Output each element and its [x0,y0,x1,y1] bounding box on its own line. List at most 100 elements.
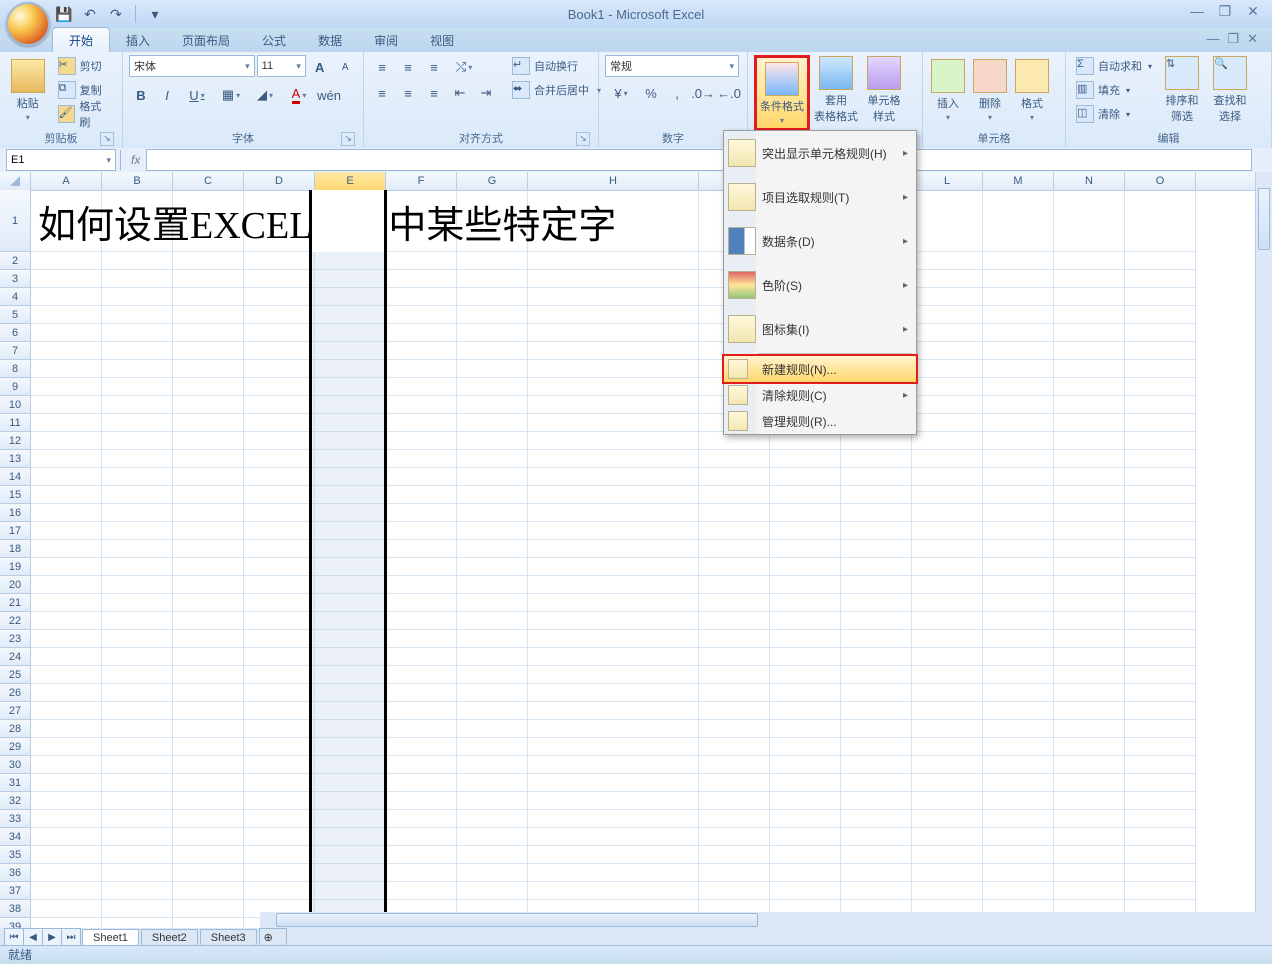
close-button[interactable]: ✕ [1244,4,1262,18]
find-select-button[interactable]: 🔍查找和 选择 [1208,55,1252,125]
tab-review[interactable]: 审阅 [358,28,414,52]
cell[interactable] [912,774,983,792]
cell[interactable] [457,360,528,378]
cell[interactable] [244,702,315,720]
cell[interactable] [841,612,912,630]
cell[interactable] [841,630,912,648]
row-header[interactable]: 35 [0,846,31,864]
orientation-button[interactable]: ⤭ [448,55,480,79]
cell[interactable] [173,450,244,468]
tab-insert[interactable]: 插入 [110,28,166,52]
cell[interactable] [912,288,983,306]
cell[interactable] [31,756,102,774]
cell[interactable] [912,684,983,702]
cell[interactable] [457,612,528,630]
cell[interactable] [386,450,457,468]
cell[interactable] [699,666,770,684]
cell[interactable] [457,666,528,684]
cell[interactable] [528,252,699,270]
cell[interactable] [102,612,173,630]
cell[interactable] [1125,468,1196,486]
cell[interactable] [386,504,457,522]
tab-pagelayout[interactable]: 页面布局 [166,28,246,52]
cell[interactable] [1054,190,1125,252]
cell[interactable] [983,558,1054,576]
cell[interactable] [102,630,173,648]
row-header[interactable]: 26 [0,684,31,702]
row-header[interactable]: 38 [0,900,31,918]
cell[interactable] [1054,378,1125,396]
cell[interactable] [386,846,457,864]
cell[interactable] [841,486,912,504]
align-bottom-button[interactable]: ≡ [422,55,446,79]
cell[interactable] [1054,792,1125,810]
formula-input[interactable] [146,149,1252,171]
column-header-D[interactable]: D [244,172,315,190]
cell[interactable] [244,774,315,792]
qat-customize-icon[interactable]: ▾ [145,4,165,24]
cell[interactable] [983,378,1054,396]
cell[interactable] [31,738,102,756]
cell[interactable] [244,630,315,648]
align-middle-button[interactable]: ≡ [396,55,420,79]
cell[interactable] [386,702,457,720]
paste-button[interactable]: 粘贴 ▾ [6,55,50,125]
autosum-button[interactable]: Σ自动求和▾ [1072,55,1156,77]
cell[interactable] [244,666,315,684]
cell[interactable] [457,828,528,846]
cell[interactable] [983,702,1054,720]
cell[interactable] [1054,720,1125,738]
dialog-launcher-icon[interactable]: ↘ [341,132,355,146]
cell[interactable] [315,846,386,864]
menu-manage-rules[interactable]: 管理规则(R)... [724,408,916,434]
cell[interactable] [1054,450,1125,468]
cell[interactable] [386,522,457,540]
cell[interactable] [457,558,528,576]
cell[interactable] [244,594,315,612]
cell[interactable] [173,504,244,522]
cell[interactable] [1125,342,1196,360]
format-painter-button[interactable]: 🖌格式刷 [54,103,116,125]
cell[interactable] [841,648,912,666]
cell[interactable] [699,558,770,576]
column-header-A[interactable]: A [31,172,102,190]
cell[interactable] [457,540,528,558]
cell[interactable] [315,324,386,342]
cell[interactable] [1125,846,1196,864]
cell[interactable] [31,846,102,864]
cell[interactable] [315,612,386,630]
cell[interactable] [983,414,1054,432]
cell[interactable] [1125,702,1196,720]
cell[interactable] [457,342,528,360]
decrease-font-button[interactable]: A [333,55,357,79]
cell[interactable] [102,558,173,576]
cell[interactable] [102,432,173,450]
delete-cells-button[interactable]: 删除▾ [971,55,1009,125]
column-header-N[interactable]: N [1054,172,1125,190]
comma-button[interactable]: , [665,81,689,105]
cell[interactable] [31,270,102,288]
cell[interactable] [457,378,528,396]
cell[interactable] [315,522,386,540]
cell[interactable] [841,504,912,522]
row-header[interactable]: 13 [0,450,31,468]
cell[interactable] [102,846,173,864]
cell[interactable] [1054,414,1125,432]
sheet-nav-last[interactable]: ⏭ [61,928,81,946]
cell[interactable] [1054,612,1125,630]
cell[interactable] [528,288,699,306]
cell[interactable] [841,540,912,558]
cell[interactable] [983,846,1054,864]
cell[interactable] [31,324,102,342]
cell[interactable] [1125,864,1196,882]
cell[interactable] [31,576,102,594]
cell[interactable] [528,576,699,594]
align-top-button[interactable]: ≡ [370,55,394,79]
dialog-launcher-icon[interactable]: ↘ [576,132,590,146]
cell[interactable] [983,360,1054,378]
cell[interactable] [102,306,173,324]
cell[interactable] [699,522,770,540]
format-as-table-button[interactable]: 套用 表格格式 [814,55,858,125]
cell[interactable] [244,576,315,594]
cell[interactable] [1054,468,1125,486]
